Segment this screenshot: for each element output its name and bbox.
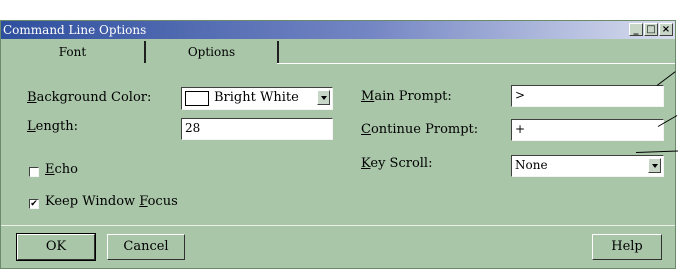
tab-font-label: Font bbox=[58, 45, 87, 59]
cancel-button[interactable]: Cancel bbox=[107, 234, 185, 260]
tab-font[interactable]: Font bbox=[1, 41, 146, 63]
chevron-down-icon[interactable] bbox=[648, 158, 661, 173]
title-bar[interactable]: Command Line Options _ □ × bbox=[1, 21, 675, 39]
main-prompt-field[interactable]: > bbox=[511, 85, 664, 107]
continue-prompt-label: Continue Prompt: bbox=[361, 122, 479, 137]
help-button[interactable]: Help bbox=[592, 234, 662, 260]
color-swatch bbox=[185, 91, 209, 106]
key-scroll-label: Key Scroll: bbox=[361, 156, 433, 171]
key-scroll-value: None bbox=[515, 158, 548, 172]
ok-button[interactable]: OK bbox=[16, 233, 96, 261]
key-scroll-select[interactable]: None bbox=[511, 155, 664, 177]
close-button[interactable]: × bbox=[659, 23, 673, 36]
chevron-down-icon[interactable] bbox=[317, 90, 330, 105]
restore-button[interactable]: □ bbox=[644, 23, 658, 36]
echo-checkbox[interactable] bbox=[29, 167, 39, 177]
background-color-select[interactable]: Bright White bbox=[181, 87, 333, 110]
background-color-value: Bright White bbox=[214, 90, 299, 105]
tab-options-label: Options bbox=[187, 45, 236, 59]
window-title: Command Line Options bbox=[3, 23, 147, 37]
main-prompt-label: Main Prompt: bbox=[361, 89, 452, 104]
length-field[interactable]: 28 bbox=[181, 118, 333, 140]
keep-window-focus-label: Keep Window Focus bbox=[45, 194, 178, 209]
continue-prompt-field[interactable]: + bbox=[511, 119, 664, 141]
tab-divider bbox=[277, 63, 675, 64]
length-label: Length: bbox=[27, 119, 79, 134]
minimize-button[interactable]: _ bbox=[629, 23, 643, 36]
command-line-options-dialog: Command Line Options _ □ × Font Options … bbox=[0, 20, 676, 269]
echo-label: Echo bbox=[45, 162, 78, 177]
background-color-label: Background Color: bbox=[27, 90, 152, 105]
tab-options[interactable]: Options bbox=[146, 41, 279, 63]
button-separator bbox=[1, 225, 675, 226]
keep-window-focus-checkbox[interactable]: ✔ bbox=[29, 199, 39, 209]
